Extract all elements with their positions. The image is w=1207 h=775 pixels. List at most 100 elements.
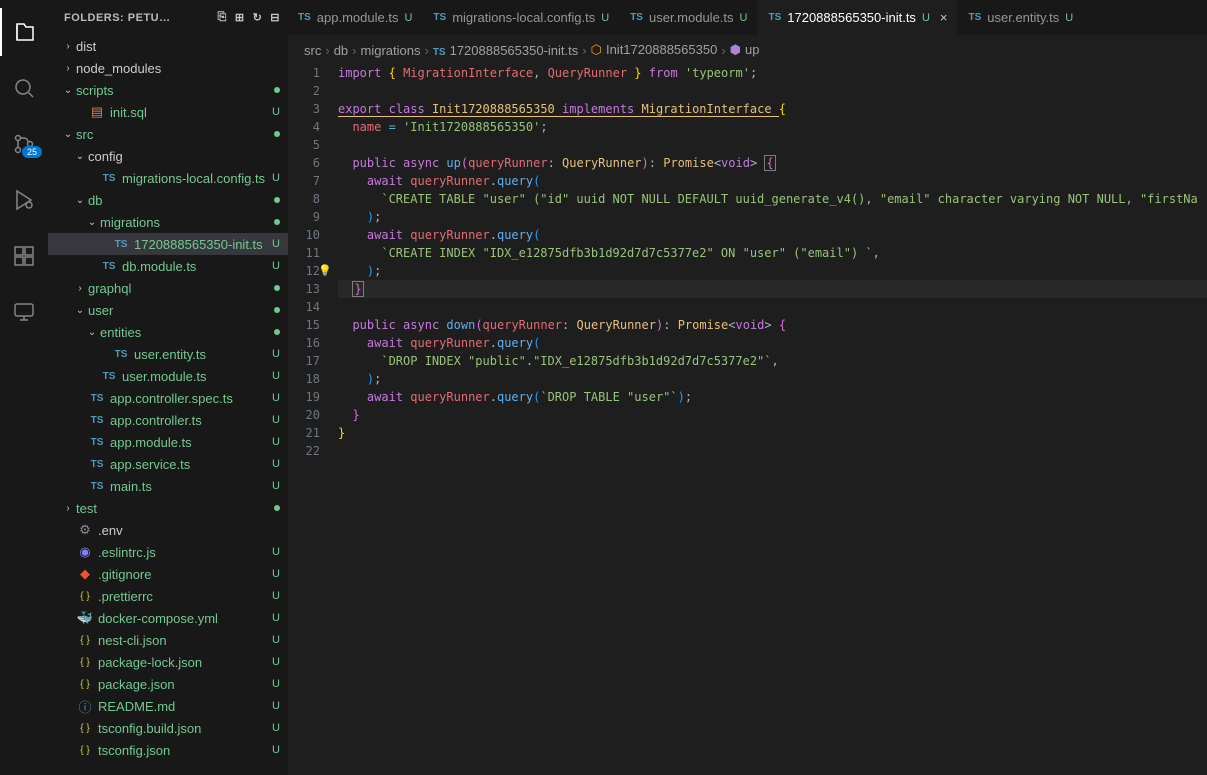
line-number: 1	[288, 64, 320, 82]
file-item[interactable]: TSapp.service.tsU	[48, 453, 288, 475]
code-line[interactable]: `CREATE INDEX "IDX_e12875dfb3b1d92d7d7c5…	[338, 244, 1207, 262]
git-status: U	[272, 260, 280, 272]
git-dot	[274, 505, 280, 511]
tree-label: 1720888565350-init.ts	[134, 237, 268, 252]
collapse-icon[interactable]: ⊟	[270, 11, 280, 24]
breadcrumb-item[interactable]: src	[304, 43, 321, 58]
code-content[interactable]: import { MigrationInterface, QueryRunner…	[338, 64, 1207, 775]
file-item[interactable]: { }nest-cli.jsonU	[48, 629, 288, 651]
folder-item[interactable]: ⌄src	[48, 123, 288, 145]
tree-label: graphql	[88, 281, 270, 296]
git-status: U	[272, 480, 280, 492]
file-item[interactable]: 🐳docker-compose.ymlU	[48, 607, 288, 629]
tab-status: U	[404, 12, 412, 24]
breadcrumb-item[interactable]: migrations	[361, 43, 421, 58]
code-line[interactable]: await queryRunner.query(	[338, 334, 1207, 352]
file-item[interactable]: TSapp.controller.spec.tsU	[48, 387, 288, 409]
tab-status: U	[601, 12, 609, 24]
editor-tab[interactable]: TSmigrations-local.config.tsU	[423, 0, 620, 35]
source-control-icon[interactable]: 25	[0, 120, 48, 168]
editor-tab[interactable]: TSuser.module.tsU	[620, 0, 758, 35]
code-line[interactable]: export class Init1720888565350 implement…	[338, 100, 1207, 118]
git-status: U	[272, 634, 280, 646]
folder-item[interactable]: ⌄db	[48, 189, 288, 211]
code-line[interactable]: await queryRunner.query(	[338, 226, 1207, 244]
tree-label: .eslintrc.js	[98, 545, 268, 560]
code-line[interactable]: }	[338, 406, 1207, 424]
code-line[interactable]: `CREATE TABLE "user" ("id" uuid NOT NULL…	[338, 190, 1207, 208]
new-folder-icon[interactable]: ⊞	[235, 11, 245, 24]
file-item[interactable]: TSapp.controller.tsU	[48, 409, 288, 431]
file-item[interactable]: { }package-lock.jsonU	[48, 651, 288, 673]
file-item[interactable]: ⚙.env	[48, 519, 288, 541]
new-file-icon[interactable]: ⎘	[218, 11, 227, 24]
gear-icon: ⚙	[76, 522, 94, 538]
code-line[interactable]: await queryRunner.query(`DROP TABLE "use…	[338, 388, 1207, 406]
code-line[interactable]	[338, 442, 1207, 460]
file-item[interactable]: ◉.eslintrc.jsU	[48, 541, 288, 563]
code-line[interactable]: 💡 );	[338, 262, 1207, 280]
folder-item[interactable]: ⌄config	[48, 145, 288, 167]
line-number: 22	[288, 442, 320, 460]
code-line[interactable]: }	[338, 280, 1207, 298]
code-line[interactable]: public async down(queryRunner: QueryRunn…	[338, 316, 1207, 334]
folder-item[interactable]: ⌄entities	[48, 321, 288, 343]
code-line[interactable]: name = 'Init1720888565350';	[338, 118, 1207, 136]
file-item[interactable]: TSmigrations-local.config.tsU	[48, 167, 288, 189]
file-item[interactable]: TSmain.tsU	[48, 475, 288, 497]
remote-icon[interactable]	[0, 288, 48, 336]
folder-item[interactable]: ⌄migrations	[48, 211, 288, 233]
close-icon[interactable]: ×	[940, 10, 948, 25]
code-line[interactable]	[338, 136, 1207, 154]
editor-tab[interactable]: TS1720888565350-init.tsU×	[758, 0, 958, 35]
code-line[interactable]: `DROP INDEX "public"."IDX_e12875dfb3b1d9…	[338, 352, 1207, 370]
code-line[interactable]: import { MigrationInterface, QueryRunner…	[338, 64, 1207, 82]
file-item[interactable]: ▤init.sqlU	[48, 101, 288, 123]
folder-item[interactable]: ›graphql	[48, 277, 288, 299]
git-status: U	[272, 678, 280, 690]
folder-item[interactable]: ›test	[48, 497, 288, 519]
tree-label: init.sql	[110, 105, 268, 120]
file-item[interactable]: TSapp.module.tsU	[48, 431, 288, 453]
refresh-icon[interactable]: ↻	[253, 11, 263, 24]
file-item[interactable]: ⓘREADME.mdU	[48, 695, 288, 717]
breadcrumb-item[interactable]: ⬡Init1720888565350	[591, 42, 718, 58]
file-item[interactable]: { }package.jsonU	[48, 673, 288, 695]
code-line[interactable]: );	[338, 370, 1207, 388]
folder-item[interactable]: ›dist	[48, 35, 288, 57]
explorer-icon[interactable]	[0, 8, 48, 56]
file-item[interactable]: { }tsconfig.jsonU	[48, 739, 288, 761]
file-item[interactable]: ◆.gitignoreU	[48, 563, 288, 585]
tree-label: entities	[100, 325, 270, 340]
sidebar: FOLDERS: PETU… ⎘ ⊞ ↻ ⊟ ›dist›node_module…	[48, 0, 288, 775]
code-line[interactable]	[338, 298, 1207, 316]
git-status: U	[272, 458, 280, 470]
code-line[interactable]: public async up(queryRunner: QueryRunner…	[338, 154, 1207, 172]
breadcrumb-item[interactable]: TS1720888565350-init.ts	[433, 43, 578, 58]
breadcrumb[interactable]: src›db›migrations›TS1720888565350-init.t…	[288, 36, 1207, 64]
editor[interactable]: 12345678910111213141516171819202122 impo…	[288, 64, 1207, 775]
folder-item[interactable]: ⌄scripts	[48, 79, 288, 101]
file-item[interactable]: { }.prettierrcU	[48, 585, 288, 607]
file-tree[interactable]: ›dist›node_modules⌄scripts▤init.sqlU⌄src…	[48, 35, 288, 775]
code-line[interactable]: );	[338, 208, 1207, 226]
file-item[interactable]: { }tsconfig.build.jsonU	[48, 717, 288, 739]
file-item[interactable]: TSuser.module.tsU	[48, 365, 288, 387]
folder-item[interactable]: ⌄user	[48, 299, 288, 321]
folder-item[interactable]: ›node_modules	[48, 57, 288, 79]
search-icon[interactable]	[0, 64, 48, 112]
file-item[interactable]: TS1720888565350-init.tsU	[48, 233, 288, 255]
file-item[interactable]: TSuser.entity.tsU	[48, 343, 288, 365]
code-line[interactable]: await queryRunner.query(	[338, 172, 1207, 190]
code-line[interactable]	[338, 82, 1207, 100]
extensions-icon[interactable]	[0, 232, 48, 280]
run-debug-icon[interactable]	[0, 176, 48, 224]
code-line[interactable]: }	[338, 424, 1207, 442]
file-item[interactable]: TSdb.module.tsU	[48, 255, 288, 277]
breadcrumb-item[interactable]: ⬢up	[730, 42, 760, 58]
lightbulb-icon[interactable]: 💡	[318, 262, 332, 280]
breadcrumb-item[interactable]: db	[334, 43, 348, 58]
editor-tab[interactable]: TSapp.module.tsU	[288, 0, 423, 35]
ts-icon: TS	[112, 239, 130, 250]
editor-tab[interactable]: TSuser.entity.tsU	[958, 0, 1084, 35]
